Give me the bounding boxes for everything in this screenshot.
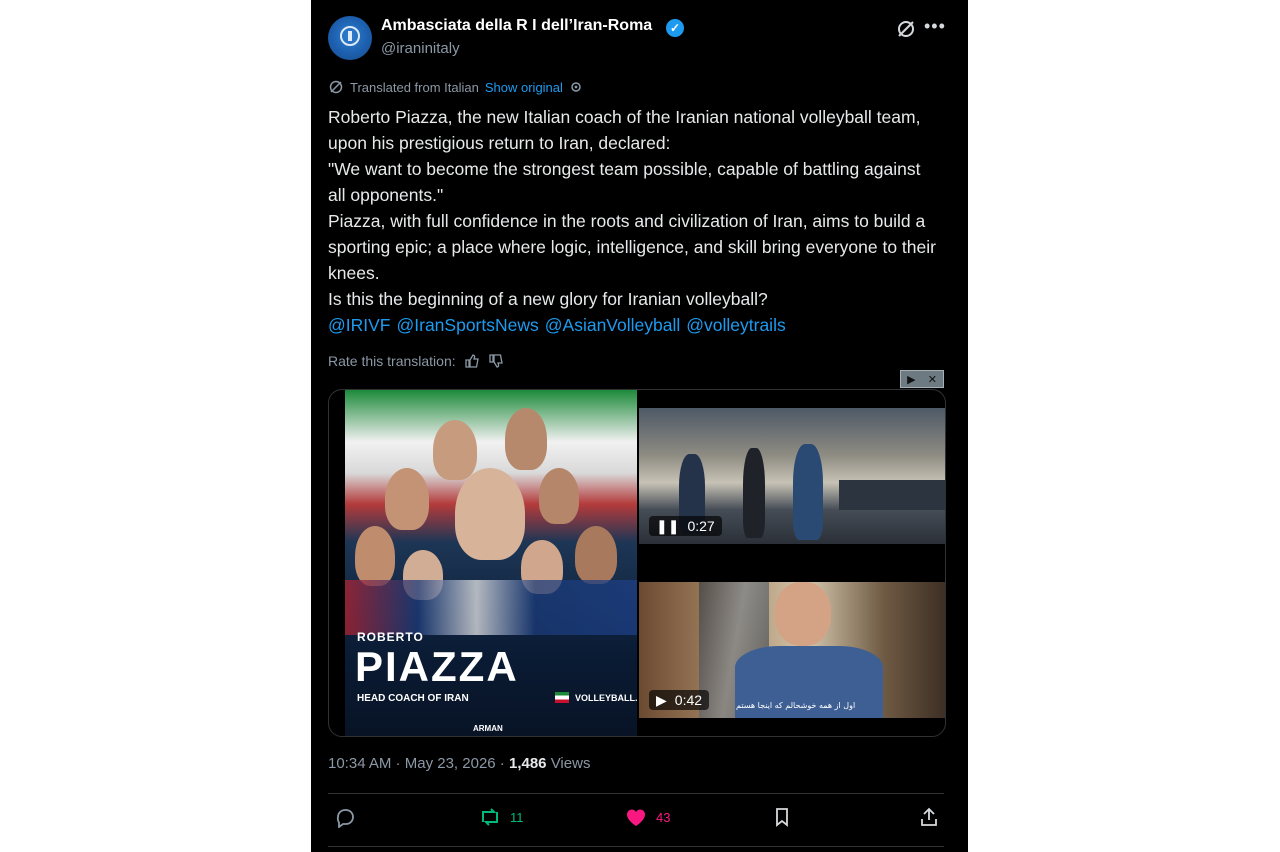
translate-icon [329, 80, 343, 94]
chairs [839, 480, 945, 510]
player-figure [575, 526, 617, 584]
ad-close-icon[interactable]: ✕ [928, 373, 937, 386]
body-line: Is this the beginning of a new glory for… [328, 289, 768, 309]
author-handle[interactable]: @iraninitaly [381, 40, 460, 57]
person-figure [743, 448, 765, 538]
video-time-pill[interactable]: ▶ 0:42 [649, 690, 710, 710]
action-bar: 11 43 [328, 806, 944, 834]
post-body: Roberto Piazza, the new Italian coach of… [328, 104, 938, 338]
poster-last-name: PIAZZA [355, 643, 519, 690]
person-figure [793, 444, 823, 540]
heart-icon [626, 809, 646, 826]
reply-icon [336, 809, 354, 828]
player-figure [385, 468, 429, 530]
show-original-link[interactable]: Show original [485, 80, 563, 95]
share-icon [921, 807, 937, 826]
jersey-name: ARMAN [473, 724, 503, 733]
bookmark-icon [776, 808, 788, 827]
settings-gear-icon[interactable] [569, 80, 583, 94]
video-airport[interactable]: ❚❚ 0:27 [639, 408, 945, 544]
repost-button[interactable]: 11 [478, 806, 524, 828]
video-interview[interactable]: اول از همه خوشحالم که اینجا هستم ▶ 0:42 [639, 582, 945, 718]
video-time: 0:27 [687, 518, 715, 534]
grok-icon[interactable] [895, 18, 917, 40]
more-options-icon[interactable]: ••• [924, 16, 946, 36]
divider [328, 793, 944, 794]
repost-count: 11 [510, 809, 524, 825]
video-time: 0:42 [674, 692, 703, 708]
jersey-area [345, 580, 637, 635]
body-line: Piazza, with full confidence in the root… [328, 211, 936, 283]
media-grid: ROBERTO PIAZZA HEAD COACH OF IRAN VOLLEY… [328, 389, 946, 737]
avatar[interactable] [328, 16, 372, 60]
divider [328, 846, 944, 847]
like-button[interactable]: 43 [624, 806, 670, 828]
translation-notice: Translated from Italian Show original [328, 79, 583, 95]
mentions-line: @IRIVF @IranSportsNews @AsianVolleyball @vo… [328, 312, 938, 338]
thumbs-down-icon[interactable] [488, 353, 504, 369]
iran-flag-icon [555, 692, 569, 703]
mention-link[interactable]: @volleytrails [686, 315, 785, 335]
mention-link[interactable]: @IranSportsNews [397, 315, 539, 335]
post-meta: 10:34 AM · May 23, 2026 · 1,486 Views [328, 755, 591, 772]
pause-icon[interactable]: ❚❚ [656, 518, 679, 535]
rate-translation: Rate this translation: [328, 353, 504, 369]
video-caption: اول از همه خوشحالم که اینجا هستم [736, 701, 856, 710]
coach-figure [455, 468, 525, 560]
post-date[interactable]: May 23, 2026 [405, 755, 496, 772]
player-figure [433, 420, 477, 480]
poster-brand: VOLLEYBALL.IR [575, 693, 637, 703]
share-button[interactable] [918, 806, 940, 828]
poster-image[interactable]: ROBERTO PIAZZA HEAD COACH OF IRAN VOLLEY… [345, 390, 637, 736]
coach-head [775, 582, 831, 646]
poster-first-name: ROBERTO [357, 630, 424, 644]
views-label: Views [550, 755, 591, 772]
mention-link[interactable]: @IRIVF [328, 315, 391, 335]
bookmark-button[interactable] [772, 806, 792, 828]
ad-choices-icon[interactable]: ▶ ✕ [900, 370, 944, 388]
translated-label: Translated from Italian [350, 79, 479, 95]
emblem-icon [340, 26, 360, 46]
player-figure [539, 468, 579, 524]
body-line: "We want to become the strongest team po… [328, 159, 921, 205]
poster-subtitle: HEAD COACH OF IRAN [357, 693, 469, 704]
like-count: 43 [656, 809, 671, 825]
ad-play-icon: ▶ [907, 373, 916, 386]
verified-badge-icon: ✓ [666, 19, 684, 37]
video-time-pill[interactable]: ❚❚ 0:27 [649, 516, 722, 536]
views-count: 1,486 [508, 755, 547, 772]
body-line: Roberto Piazza, the new Italian coach of… [328, 107, 921, 153]
play-icon[interactable]: ▶ [656, 692, 667, 709]
mention-link[interactable]: @AsianVolleyball [545, 315, 680, 335]
reply-button[interactable] [334, 806, 364, 828]
post-time[interactable]: 10:34 AM [328, 755, 391, 772]
rate-translation-label: Rate this translation: [328, 353, 456, 369]
post-card: Ambasciata della R I dell’Iran-Roma ✓ @i… [311, 0, 968, 852]
repost-icon [482, 808, 498, 826]
player-figure [355, 526, 395, 586]
author-name[interactable]: Ambasciata della R I dell’Iran-Roma [381, 17, 652, 35]
player-figure [505, 408, 547, 470]
thumbs-up-icon[interactable] [464, 353, 480, 369]
